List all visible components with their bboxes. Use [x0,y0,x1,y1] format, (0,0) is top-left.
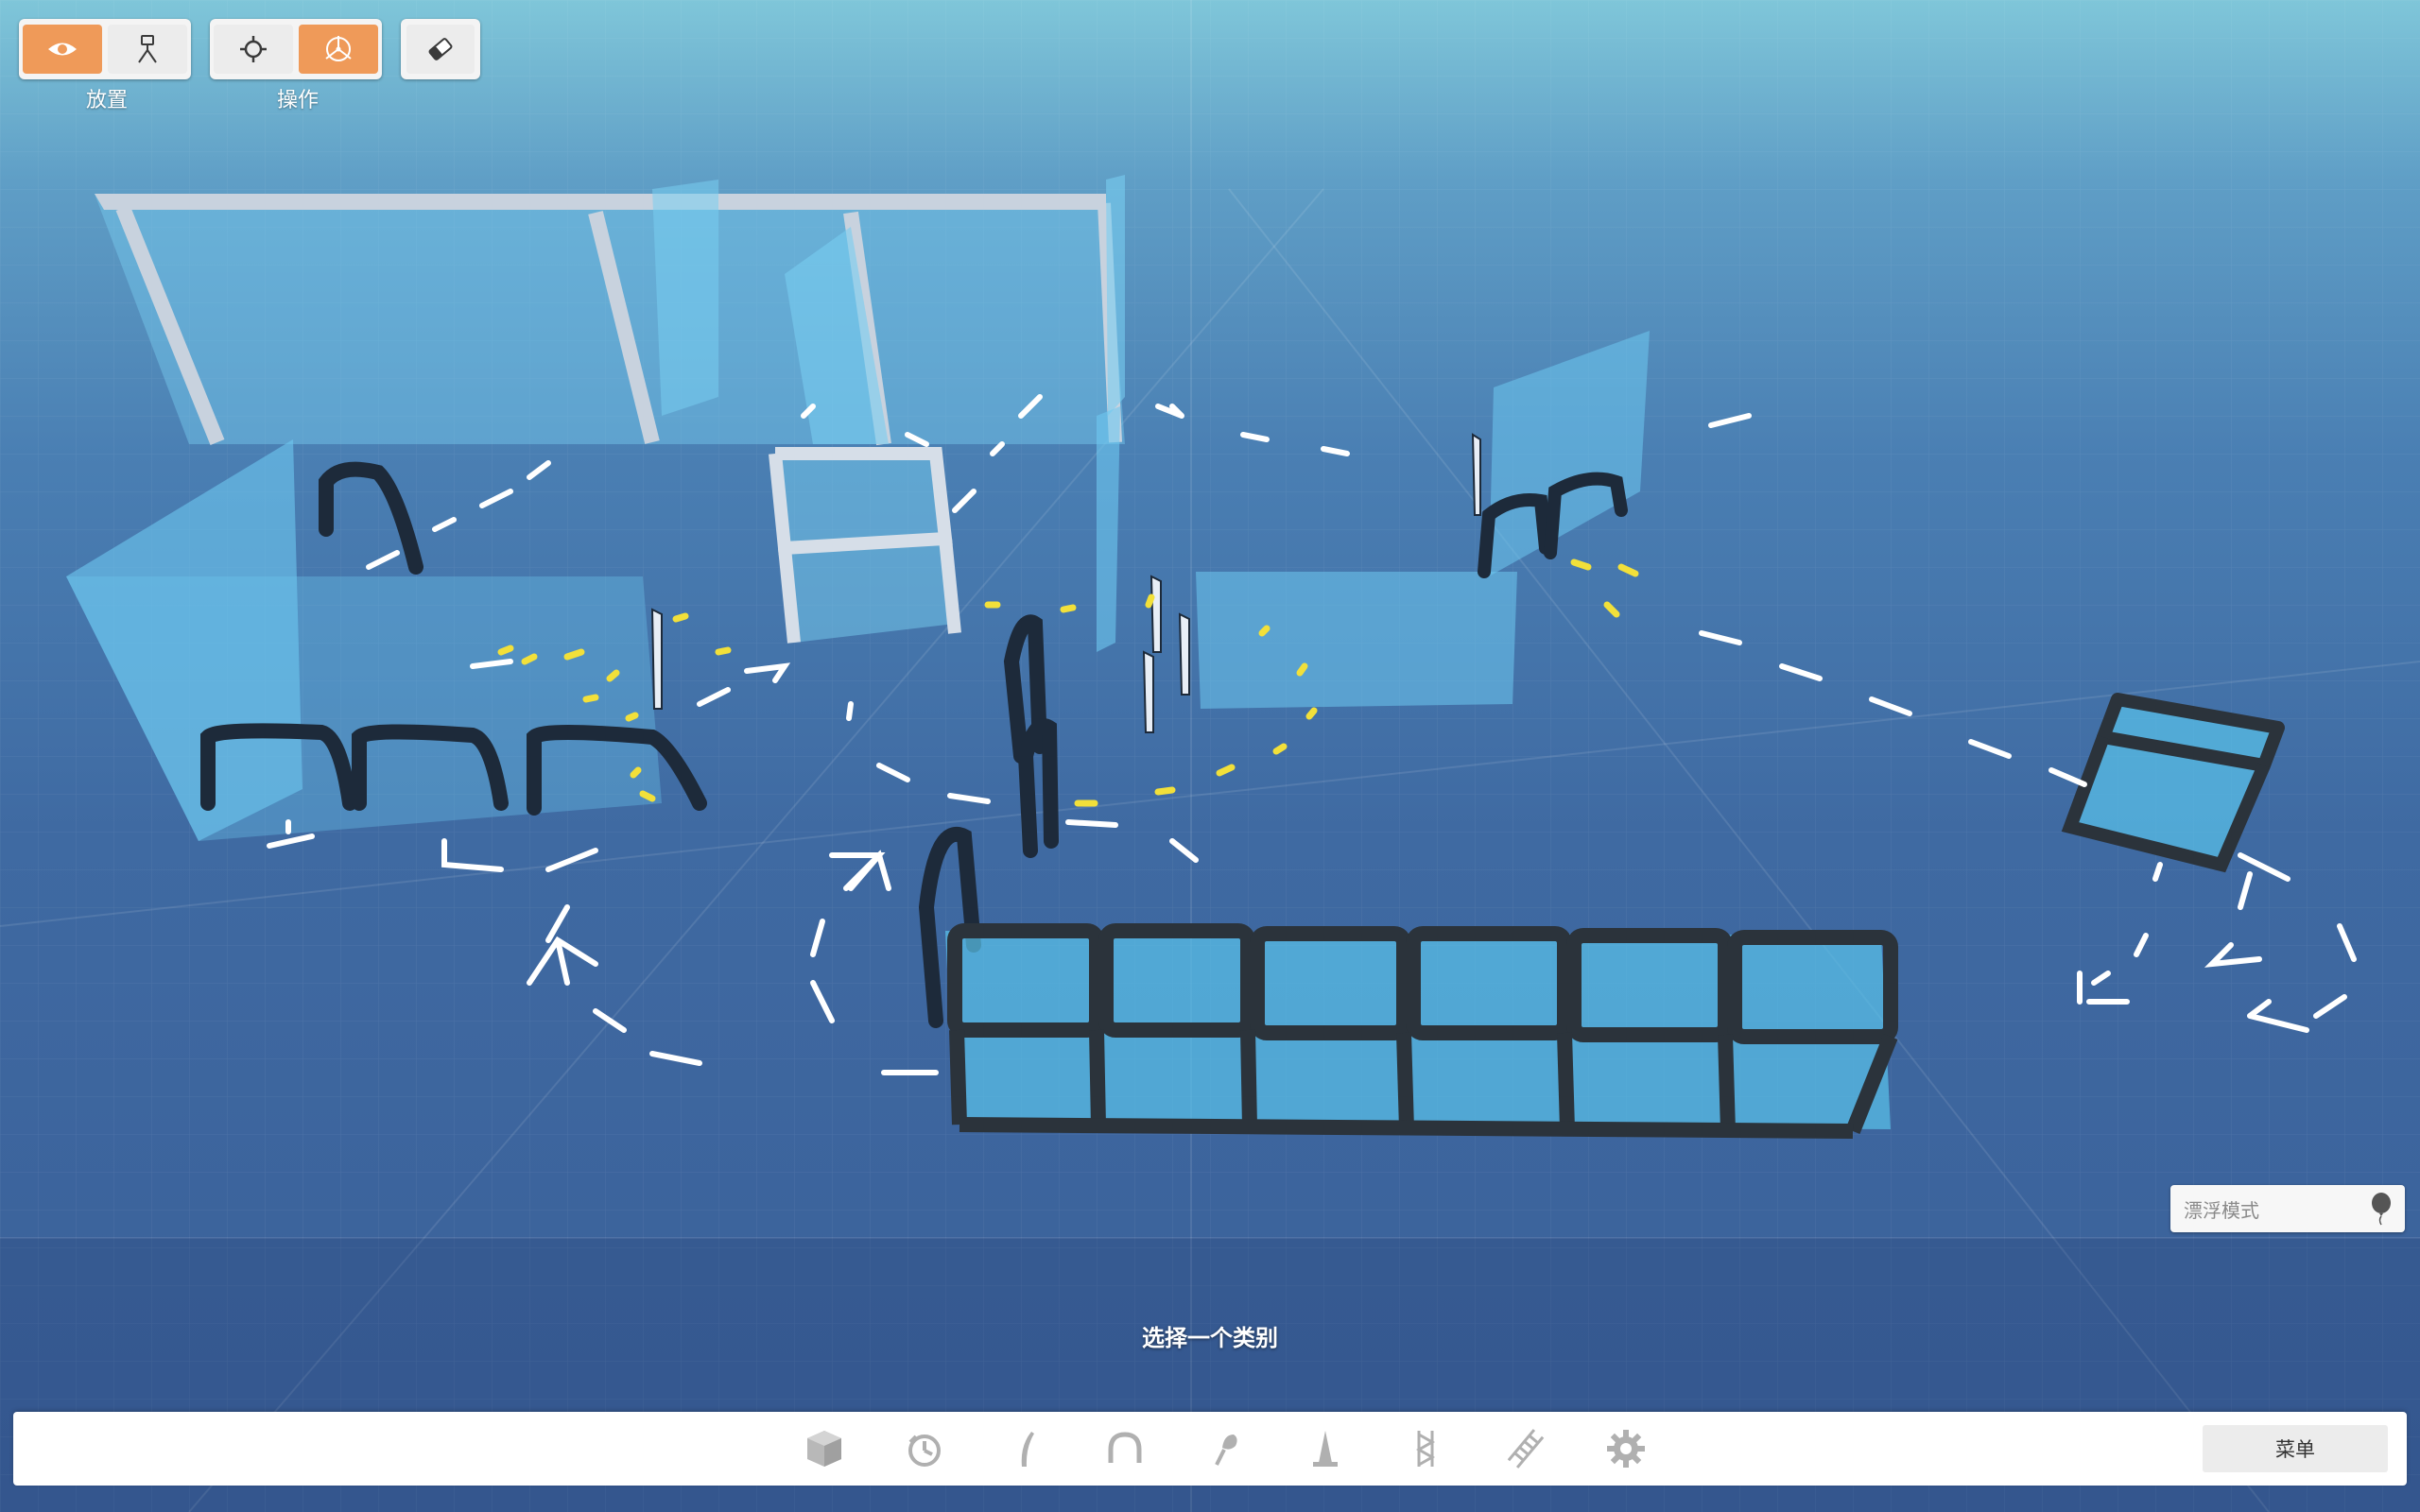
hover-mode-toggle[interactable]: 漂浮模式 [2170,1185,2405,1232]
camera-mode-button[interactable] [108,25,187,74]
balloon-icon [2372,1193,2391,1226]
category-ladder-button[interactable] [1490,1420,1562,1477]
eraser-toolbar [401,19,480,79]
cone-icon [1313,1431,1338,1467]
view-mode-button[interactable] [23,25,102,74]
select-tool-button[interactable] [214,25,293,74]
camera-tripod-icon [138,35,157,63]
obstacle-cube-frame-center [769,447,961,644]
cube-icon [807,1431,841,1467]
operation-label: 操作 [276,89,319,112]
pole-icon [1021,1432,1034,1467]
flag-icon [1215,1435,1237,1466]
placement-label: 放置 [85,89,128,112]
category-timer-button[interactable] [889,1420,960,1477]
placement-toolbar [19,19,191,79]
category-bar: 菜单 [13,1412,2407,1486]
category-prompt: 选择一个类别 [1142,1325,1278,1351]
category-pole-button[interactable] [989,1420,1061,1477]
truss-icon [1415,1431,1436,1467]
transform-gizmo-icon [325,36,352,61]
timer-icon [908,1435,941,1467]
eraser-icon [428,38,453,60]
hover-mode-label: 漂浮模式 [2184,1198,2259,1222]
crosshair-icon [240,36,267,62]
arch-icon [1108,1432,1142,1463]
ladder-icon [1507,1429,1545,1469]
eraser-button[interactable] [406,25,475,74]
category-settings-button[interactable] [1590,1420,1662,1477]
transform-tool-button[interactable] [299,25,378,74]
operation-toolbar [210,19,382,79]
obstacle-wall-frame [95,175,1125,446]
category-cone-button[interactable] [1289,1420,1361,1477]
category-arch-button[interactable] [1089,1420,1161,1477]
category-cube-button[interactable] [788,1420,860,1477]
obstacle-cube-tunnel [945,923,1898,1139]
category-flag-button[interactable] [1189,1420,1261,1477]
category-truss-button[interactable] [1390,1420,1461,1477]
category-icons [788,1412,1662,1486]
course-viewport[interactable] [0,0,2420,1512]
gear-icon [1607,1430,1645,1468]
menu-button[interactable]: 菜单 [2203,1425,2388,1472]
eye-icon [48,43,77,56]
